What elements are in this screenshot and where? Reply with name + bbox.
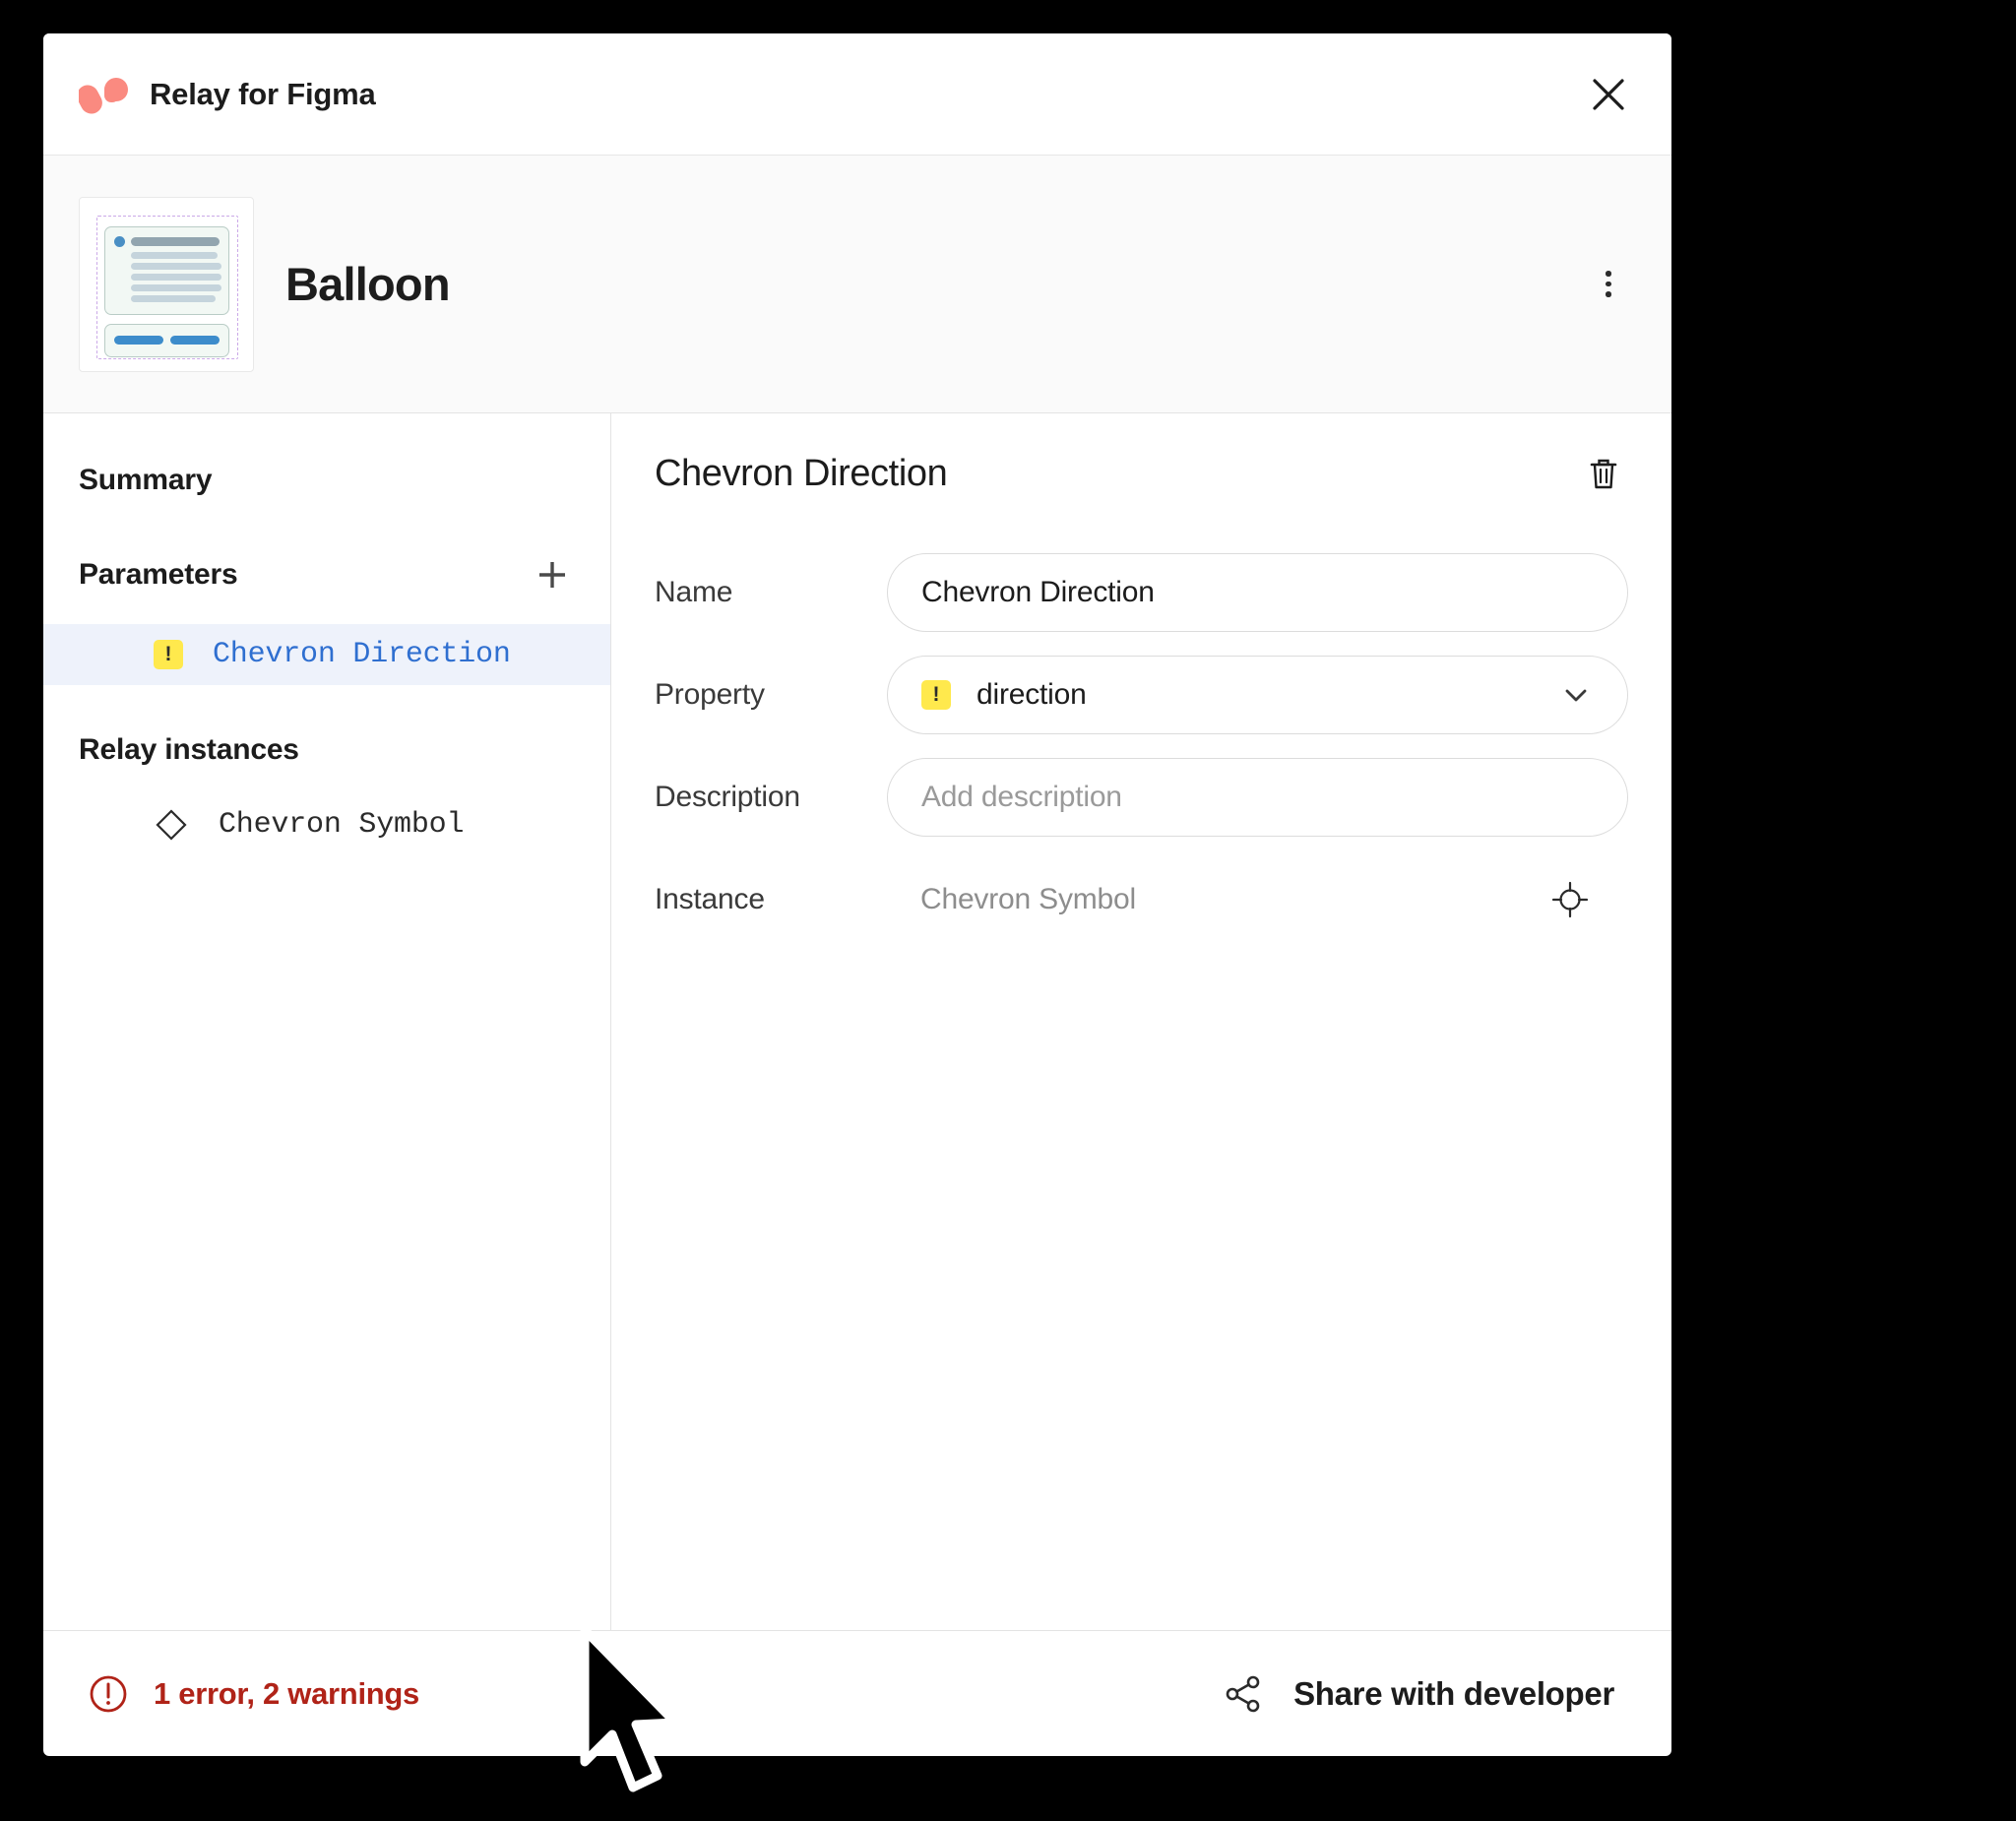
share-label: Share with developer (1293, 1674, 1614, 1712)
close-icon (1593, 78, 1624, 110)
sidebar-item-chevron-symbol[interactable]: Chevron Symbol (43, 793, 610, 856)
instance-value: Chevron Symbol (920, 883, 1136, 915)
description-placeholder: Add description (921, 781, 1122, 813)
kebab-dot-icon (1606, 281, 1611, 287)
parameters-label: Parameters (79, 558, 238, 591)
thumbnail-card-bottom (104, 323, 229, 357)
detail-panel: Chevron Direction Name Chevron Direction (611, 413, 1671, 1630)
close-button[interactable] (1581, 67, 1636, 122)
body: Summary Parameters ! Chevron Direction R… (43, 413, 1671, 1630)
instance-value-row: Chevron Symbol (887, 875, 1628, 924)
sidebar-section-parameters: Parameters (43, 543, 610, 606)
chevron-down-icon (1565, 689, 1587, 702)
diamond-icon (156, 809, 187, 841)
footer: 1 error, 2 warnings Share with developer (43, 1630, 1671, 1756)
add-parameter-button[interactable] (530, 552, 575, 597)
instance-label: Chevron Symbol (219, 808, 465, 842)
name-input[interactable]: Chevron Direction (887, 553, 1628, 632)
kebab-dot-icon (1606, 271, 1611, 277)
component-header: Balloon (43, 156, 1671, 413)
relay-instances-label: Relay instances (79, 733, 299, 766)
status-text: 1 error, 2 warnings (154, 1675, 419, 1711)
titlebar: Relay for Figma (43, 33, 1671, 156)
more-options-button[interactable] (1581, 257, 1636, 312)
status-badge[interactable]: 1 error, 2 warnings (87, 1672, 419, 1716)
sidebar-item-chevron-direction[interactable]: ! Chevron Direction (43, 624, 610, 685)
sidebar: Summary Parameters ! Chevron Direction R… (43, 413, 611, 1630)
field-property: Property ! direction (655, 656, 1628, 734)
sidebar-section-relay-instances: Relay instances (43, 719, 610, 782)
locate-instance-button[interactable] (1545, 875, 1595, 924)
property-label: Property (655, 678, 765, 711)
plus-icon (539, 562, 565, 588)
kebab-dot-icon (1606, 291, 1611, 297)
component-name: Balloon (285, 258, 451, 310)
component-thumbnail (79, 196, 254, 372)
property-select[interactable]: ! direction (887, 656, 1628, 734)
property-value: direction (976, 678, 1087, 711)
name-value: Chevron Direction (921, 576, 1155, 608)
relay-logo-icon (79, 77, 128, 114)
thumbnail-card-top (104, 225, 229, 315)
sidebar-item-summary[interactable]: Summary (43, 449, 610, 512)
app-title: Relay for Figma (150, 76, 376, 111)
screen: Relay for Figma Balloon Summary Paramete… (0, 0, 2016, 1821)
detail-header: Chevron Direction (655, 449, 1628, 498)
description-label: Description (655, 781, 800, 813)
share-with-developer-button[interactable]: Share with developer (1221, 1671, 1628, 1717)
field-description: Description Add description (655, 758, 1628, 837)
parameter-label: Chevron Direction (213, 638, 511, 671)
detail-title: Chevron Direction (655, 452, 948, 494)
plugin-window: Relay for Figma Balloon Summary Paramete… (43, 33, 1671, 1756)
share-icon (1226, 1675, 1260, 1712)
error-circle-icon (90, 1675, 127, 1712)
field-instance: Instance Chevron Symbol (655, 860, 1628, 939)
name-label: Name (655, 576, 733, 608)
trash-icon (1590, 459, 1617, 489)
delete-parameter-button[interactable] (1579, 449, 1628, 498)
crosshair-icon (1551, 881, 1589, 918)
instance-field-label: Instance (655, 883, 765, 915)
description-input[interactable]: Add description (887, 758, 1628, 837)
summary-label: Summary (79, 464, 213, 496)
warning-badge-icon: ! (921, 680, 951, 710)
field-name: Name Chevron Direction (655, 553, 1628, 632)
warning-badge-icon: ! (154, 640, 183, 669)
